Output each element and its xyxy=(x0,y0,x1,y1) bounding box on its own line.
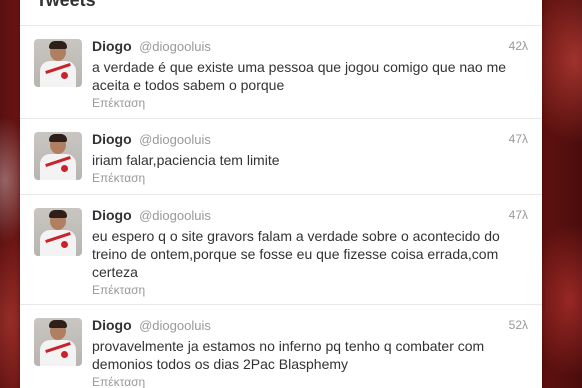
tweet-expand-link[interactable]: Επέκταση xyxy=(92,283,145,297)
tweet-header: Diogo @diogooluis 47λ xyxy=(92,207,528,225)
tweet-content: Diogo @diogooluis 52λ provavelmente ja e… xyxy=(92,317,528,388)
tweet-timestamp[interactable]: 52λ xyxy=(509,318,528,332)
stream-title: Tweets xyxy=(36,0,96,10)
tweet-fullname[interactable]: Diogo xyxy=(92,207,132,223)
tweet-expand-link[interactable]: Επέκταση xyxy=(92,171,145,185)
tweet-username[interactable]: @diogooluis xyxy=(139,318,211,333)
tweet-text: provavelmente ja estamos no inferno pq t… xyxy=(92,338,485,372)
tweets-stream-panel: Tweets Diogo @diogooluis 42λ a verdade é… xyxy=(20,0,542,388)
tweet-text: iriam falar,paciencia tem limite xyxy=(92,152,280,168)
avatar[interactable] xyxy=(34,132,82,180)
tweet-timestamp[interactable]: 47λ xyxy=(509,132,528,146)
tweet-expand-link[interactable]: Επέκταση xyxy=(92,96,145,110)
tweet-fullname[interactable]: Diogo xyxy=(92,317,132,333)
tweet-username[interactable]: @diogooluis xyxy=(139,208,211,223)
avatar[interactable] xyxy=(34,39,82,87)
tweet-timestamp[interactable]: 42λ xyxy=(509,39,528,53)
tweet-text: a verdade é que existe uma pessoa que jo… xyxy=(92,59,507,93)
tweet-fullname[interactable]: Diogo xyxy=(92,131,132,147)
tweet-expand-link[interactable]: Επέκταση xyxy=(92,375,145,388)
tweet-item[interactable]: Diogo @diogooluis 47λ iriam falar,pacien… xyxy=(20,119,542,195)
tweet-content: Diogo @diogooluis 42λ a verdade é que ex… xyxy=(92,38,528,112)
tweet-header: Diogo @diogooluis 47λ xyxy=(92,131,528,149)
tweet-fullname[interactable]: Diogo xyxy=(92,38,132,54)
tweet-content: Diogo @diogooluis 47λ eu espero q o site… xyxy=(92,207,528,299)
tweet-timestamp[interactable]: 47λ xyxy=(509,208,528,222)
avatar[interactable] xyxy=(34,208,82,256)
tweet-item[interactable]: Diogo @diogooluis 52λ provavelmente ja e… xyxy=(20,305,542,388)
tweet-text: eu espero q o site gravors falam a verda… xyxy=(92,228,500,280)
tweet-username[interactable]: @diogooluis xyxy=(139,132,211,147)
tweet-item[interactable]: Diogo @diogooluis 42λ a verdade é que ex… xyxy=(20,26,542,119)
tweet-content: Diogo @diogooluis 47λ iriam falar,pacien… xyxy=(92,131,528,187)
tweet-username[interactable]: @diogooluis xyxy=(139,39,211,54)
stream-header: Tweets xyxy=(20,0,542,26)
avatar[interactable] xyxy=(34,318,82,366)
tweet-item[interactable]: Diogo @diogooluis 47λ eu espero q o site… xyxy=(20,195,542,305)
tweet-header: Diogo @diogooluis 52λ xyxy=(92,317,528,335)
tweet-header: Diogo @diogooluis 42λ xyxy=(92,38,528,56)
